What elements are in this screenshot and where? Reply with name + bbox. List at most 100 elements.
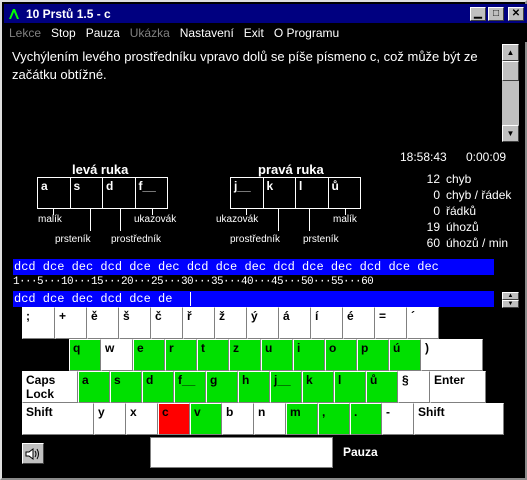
- maximize-icon: □: [492, 7, 500, 19]
- key-char-r2c7: j__: [270, 371, 302, 403]
- key-char-r2c5: g: [206, 371, 238, 403]
- key-char-r1c1: w: [101, 339, 133, 371]
- key-caps-lock-r2c0: Caps Lock: [22, 371, 78, 403]
- key-char-r3c3: c: [158, 403, 190, 435]
- key-char-r0c2: ě: [87, 307, 119, 339]
- key-char-r1c7: i: [293, 339, 325, 371]
- title-bar[interactable]: 10 Prstů 1.5 - c ▁ □ ✕: [4, 4, 527, 23]
- spin-up-button[interactable]: ▲: [502, 292, 519, 300]
- key-char-r1c6: u: [261, 339, 293, 371]
- key-char-r2c10: ů: [366, 371, 398, 403]
- left-key-f: f__: [138, 179, 156, 193]
- menu-3: Ukázka: [129, 25, 170, 40]
- window-title: 10 Prstů 1.5 - c: [26, 6, 111, 21]
- clock: 18:58:43: [400, 150, 447, 164]
- elapsed-time: 0:00:09: [466, 150, 507, 164]
- scroll-down-button[interactable]: ▼: [502, 125, 519, 142]
- scroll-up-button[interactable]: ▲: [502, 44, 519, 61]
- ring-line-left: [90, 209, 91, 231]
- menu-6[interactable]: O Programu: [269, 26, 344, 40]
- key-char-r1c8: o: [325, 339, 357, 371]
- key-char-r2c6: h: [238, 371, 270, 403]
- arrow-down-icon: ▼: [506, 129, 515, 138]
- key-char-r0c12: ´: [407, 307, 439, 339]
- right-hand-title: pravá ruka: [258, 162, 324, 177]
- close-button[interactable]: ✕: [508, 6, 524, 21]
- right-key-k: k: [264, 178, 296, 208]
- pause-indicator: Pauza: [343, 445, 378, 459]
- key-char-r1c3: r: [165, 339, 197, 371]
- key-char-r0c1: +: [55, 307, 87, 339]
- key-char-r3c1: y: [94, 403, 126, 435]
- app-icon: [6, 6, 22, 22]
- key-char-r2c1: a: [78, 371, 110, 403]
- exercise-text: dcd dce dec dcd dce dec dcd dce dec dcd …: [13, 259, 494, 275]
- key-char-r2c2: s: [110, 371, 142, 403]
- menu-bar: Lekce Stop Pauza Ukázka Nastavení Exit O Progr…: [4, 23, 527, 42]
- key-char-r2c9: l: [334, 371, 366, 403]
- key-char-r3c4: v: [190, 403, 222, 435]
- column-ruler: 1···5···10···15···20···25···30···35···40…: [13, 275, 494, 290]
- right-key-j: j__: [231, 178, 264, 208]
- menu-2[interactable]: Pauza: [81, 26, 125, 40]
- stat-errors-per-line: 0 chyb / řádek: [414, 188, 524, 202]
- key-char-r1c11: ): [421, 339, 483, 371]
- close-icon: ✕: [511, 7, 521, 19]
- space-bar[interactable]: [150, 437, 333, 468]
- left-hand-title: levá ruka: [72, 162, 129, 177]
- left-middle-label: prostředník: [111, 234, 162, 245]
- key-char-r0c9: í: [311, 307, 343, 339]
- key-char-r1c0: q: [69, 339, 101, 371]
- right-ring-label: prsteník: [303, 234, 339, 245]
- maximize-button[interactable]: □: [488, 6, 504, 21]
- key-shift-r3c0: Shift: [22, 403, 94, 435]
- key-char-r1c10: ú: [389, 339, 421, 371]
- stat-value: 0: [433, 204, 440, 218]
- key-char-r0c0: ;: [22, 307, 55, 339]
- left-index-label: ukazovák: [134, 214, 177, 225]
- minimize-button[interactable]: ▁: [470, 6, 486, 21]
- key-enter-r2c12: Enter: [430, 371, 486, 403]
- menu-5[interactable]: Exit: [239, 26, 269, 40]
- lesson-message: Vychýlením levého prostředníku vpravo do…: [6, 44, 504, 142]
- middle-line-left: [120, 209, 121, 231]
- key-char-r3c5: b: [222, 403, 254, 435]
- key-char-r3c6: n: [254, 403, 286, 435]
- stat-label: chyb / řádek: [446, 188, 512, 202]
- left-hand-keys: a s d f__: [37, 177, 168, 209]
- key-char-r0c5: ř: [183, 307, 215, 339]
- key-char-r0c7: ý: [247, 307, 279, 339]
- stat-value: 19: [426, 220, 440, 234]
- left-ring-label: prsteník: [55, 234, 91, 245]
- sound-toggle[interactable]: [22, 443, 44, 464]
- right-key-l: l: [296, 178, 329, 208]
- key-char-r1c2: e: [133, 339, 165, 371]
- menu-1[interactable]: Stop: [46, 26, 81, 40]
- key-char-r0c4: č: [151, 307, 183, 339]
- arrow-up-icon: ▲: [506, 48, 515, 57]
- right-key-u-ring: ů: [331, 179, 339, 193]
- key-char-r2c11: §: [398, 371, 430, 403]
- key-char-r1c5: z: [229, 339, 261, 371]
- menu-0: Lekce: [9, 25, 42, 40]
- left-key-a: a: [38, 178, 71, 208]
- stat-label: řádků: [446, 204, 477, 218]
- key-char-r0c11: =: [375, 307, 407, 339]
- key-char-r2c4: f__: [174, 371, 206, 403]
- left-pinky-label: malík: [38, 214, 62, 225]
- spin-down-button[interactable]: ▼: [502, 300, 519, 308]
- minimize-icon: ▁: [474, 7, 482, 19]
- stat-lines: 0 řádků: [414, 204, 524, 218]
- key-char-r0c3: š: [119, 307, 151, 339]
- stat-value: 12: [426, 172, 440, 186]
- key-shift-r3c11: Shift: [414, 403, 504, 435]
- typed-text[interactable]: dcd dce dec dcd dce de: [13, 291, 494, 307]
- line-spinner[interactable]: ▲ ▼: [502, 292, 519, 308]
- app-window: 10 Prstů 1.5 - c ▁ □ ✕ Lekce Stop Pauza Uká…: [0, 0, 527, 480]
- scroll-thumb[interactable]: [502, 61, 519, 81]
- key-char-r3c10: -: [382, 403, 414, 435]
- key-char-r3c9: .: [350, 403, 382, 435]
- stat-errors: 12 chyb: [414, 172, 524, 186]
- message-scrollbar[interactable]: ▲ ▼: [502, 44, 519, 142]
- menu-4[interactable]: Nastavení: [175, 26, 239, 40]
